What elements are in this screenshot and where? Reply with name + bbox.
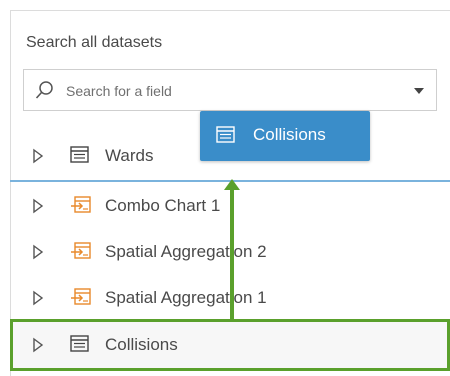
- result-dataset-icon: [71, 242, 91, 259]
- expand-triangle-icon[interactable]: [32, 148, 44, 164]
- result-dataset-icon: [71, 288, 91, 305]
- search-icon: [35, 81, 53, 99]
- search-label: Search all datasets: [26, 34, 163, 51]
- chevron-down-icon[interactable]: [414, 88, 424, 94]
- table-icon: [70, 146, 89, 163]
- drag-ghost-label: Collisions: [253, 125, 326, 144]
- table-icon: [216, 126, 235, 143]
- drag-arrow-shaft: [230, 186, 234, 322]
- dataset-label: Wards: [105, 146, 154, 165]
- source-highlight-box: [10, 319, 450, 371]
- search-input[interactable]: [64, 79, 398, 103]
- field-search-box[interactable]: [23, 69, 437, 111]
- expand-triangle-icon[interactable]: [32, 198, 44, 214]
- dataset-label: Spatial Aggregation 1: [105, 288, 267, 307]
- dataset-label: Combo Chart 1: [105, 196, 221, 215]
- dataset-label: Spatial Aggregation 2: [105, 242, 267, 261]
- arrow-up-icon: [224, 179, 240, 190]
- expand-triangle-icon[interactable]: [32, 290, 44, 306]
- drag-ghost-collisions[interactable]: Collisions: [200, 111, 370, 161]
- expand-triangle-icon[interactable]: [32, 244, 44, 260]
- result-dataset-icon: [71, 196, 91, 213]
